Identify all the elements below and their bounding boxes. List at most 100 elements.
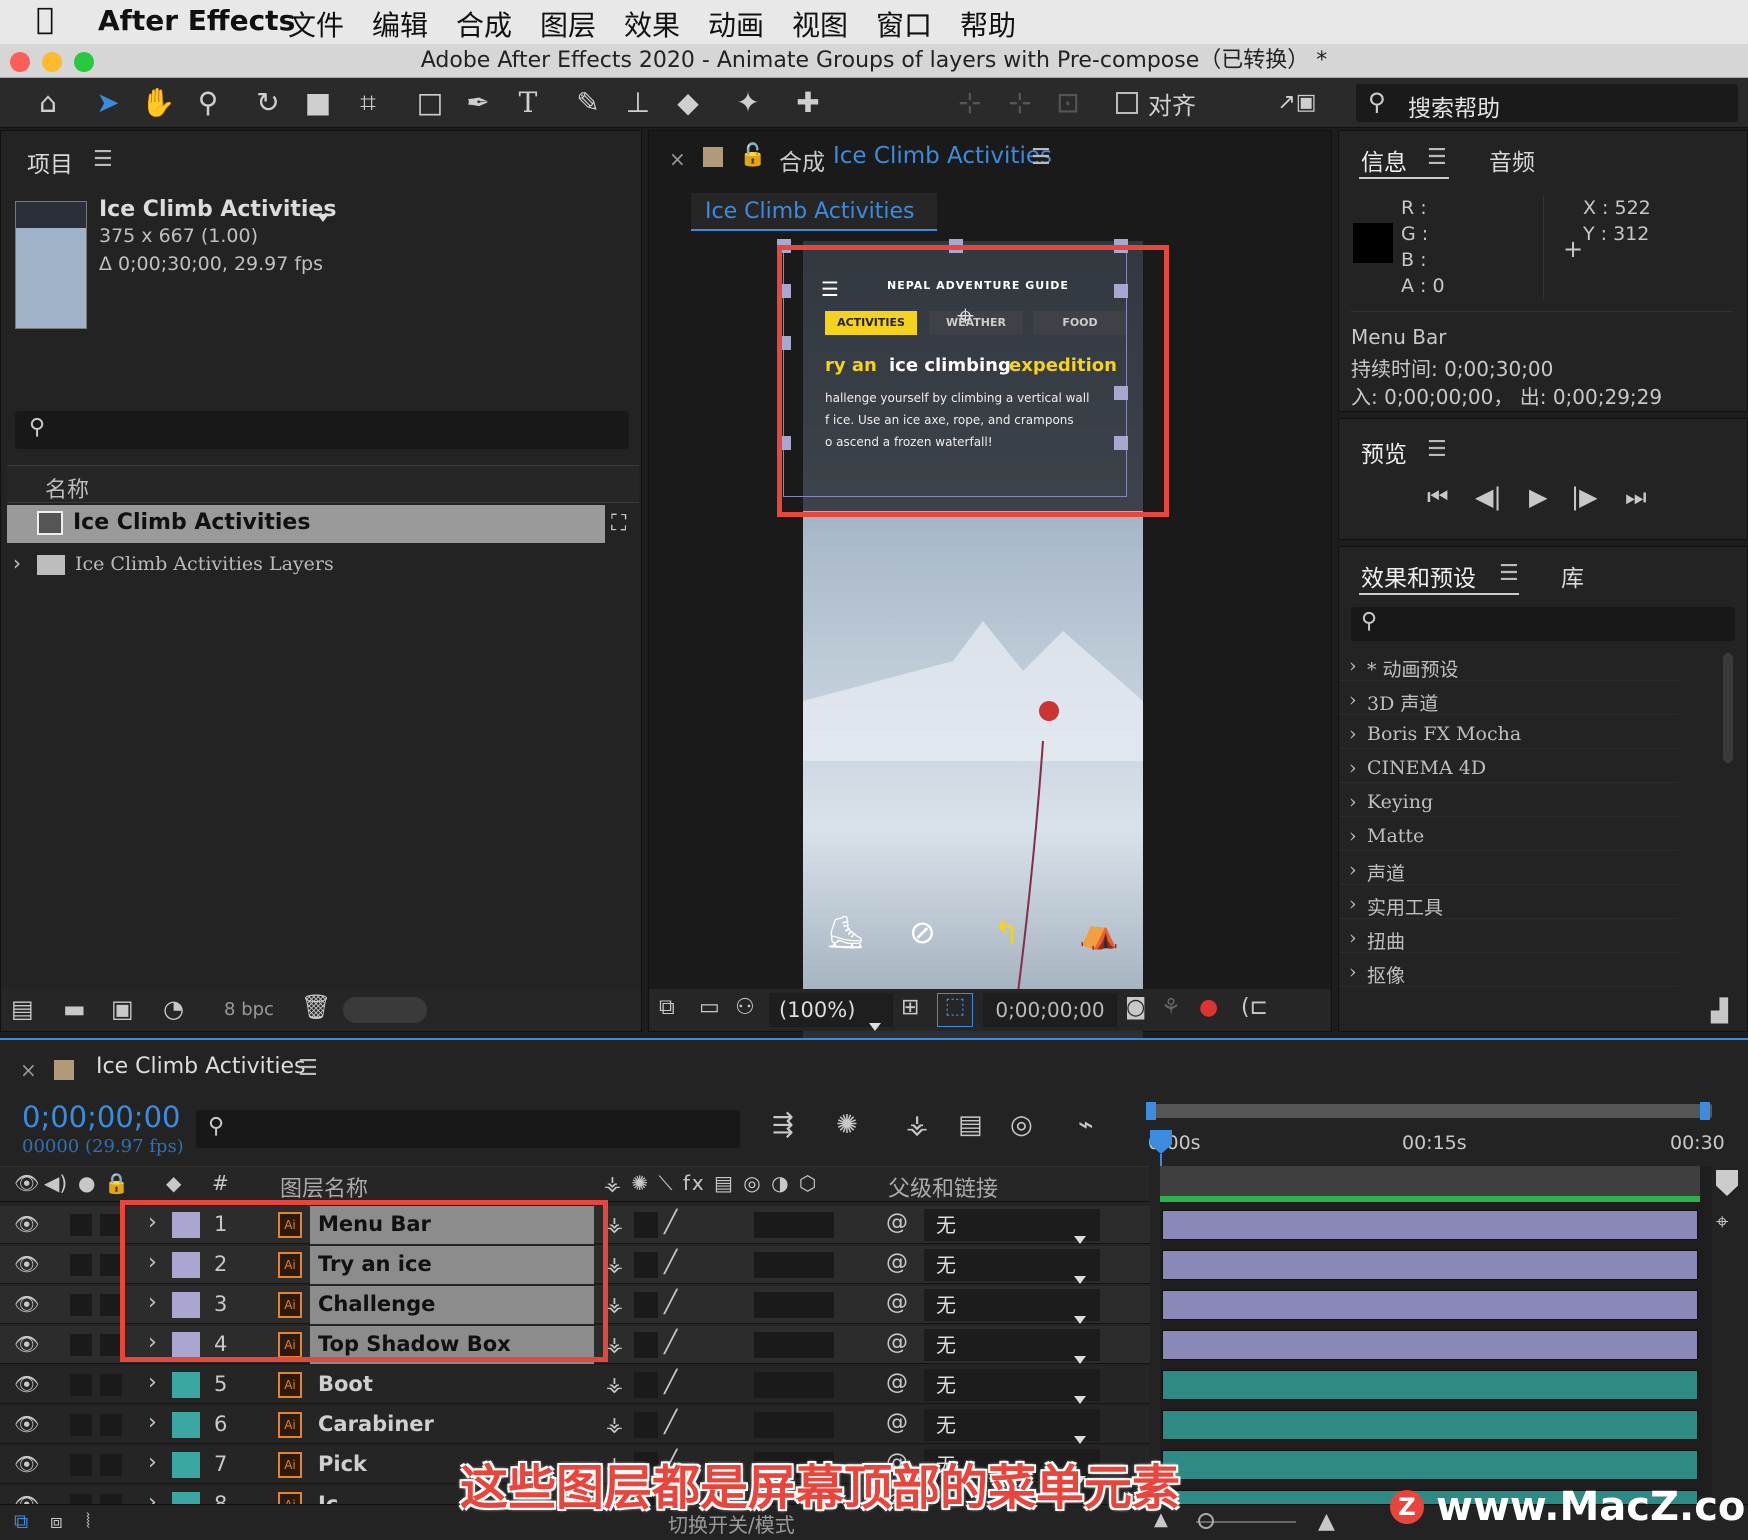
effect-category[interactable]: › 实用工具 [1339,889,1679,919]
layer-duration-bar[interactable] [1162,1410,1698,1440]
new-folder-icon[interactable]: ▬ [63,995,86,1023]
zoom-slider-thumb[interactable] [1198,1513,1214,1529]
collapse-switch[interactable] [634,1332,658,1358]
work-area-start-handle[interactable] [1146,1102,1156,1120]
solo-toggle[interactable] [70,1374,92,1396]
panel-menu-icon[interactable]: ☰ [1427,437,1447,462]
pen-tool-icon[interactable]: ✒ [458,84,498,122]
close-tab-icon[interactable]: × [669,147,686,171]
expand-stretch-icon[interactable]: ⦚ [86,1509,90,1533]
roto-brush-tool-icon[interactable]: ✦ [728,84,768,122]
menu-animation[interactable]: 动画 [708,4,764,44]
project-item-comp[interactable]: Ice Climb Activities [7,505,605,543]
expand-layer-switches-icon[interactable]: ⧉ [14,1509,28,1533]
axis-view-icon[interactable]: ⊡ [1048,84,1088,122]
rectangle-tool-icon[interactable]: □ [410,84,450,122]
quality-switch-icon[interactable]: ╱ [664,1330,677,1355]
graph-editor-icon[interactable]: ⌁ [1078,1110,1094,1140]
timeline-search-input[interactable]: ⚲ [196,1110,740,1148]
switches-column-icons[interactable]: ⚶ ✺ ⟍ fx ▤ ◎ ◑ ⬡ [604,1171,818,1195]
trash-icon[interactable]: 🗑 [301,993,331,1021]
app-menu[interactable]: After Effects [98,4,295,37]
solo-toggle[interactable] [70,1254,92,1276]
close-window-button[interactable] [10,52,30,72]
transparency-grid-icon[interactable]: ⬚ [937,993,973,1027]
last-frame-icon[interactable]: ⏭ [1625,483,1647,511]
layer-name-cell[interactable]: Boot [310,1366,594,1404]
bpc-button[interactable]: 8 bpc [213,995,285,1025]
project-item-folder[interactable]: › Ice Climb Activities Layers [7,545,605,583]
parent-select[interactable]: 无 [924,1409,1100,1444]
next-frame-icon[interactable]: |▶ [1571,483,1598,511]
play-icon[interactable]: ▶ [1529,483,1547,511]
lock-toggle[interactable] [100,1414,122,1436]
collapse-switch[interactable] [634,1412,658,1438]
layer-label-swatch[interactable] [172,1372,200,1398]
solo-toggle[interactable] [70,1294,92,1316]
zoom-tool-icon[interactable]: ⚲ [188,84,228,122]
zoom-in-icon[interactable]: ▲ [1318,1509,1335,1534]
shy-switch-icon[interactable]: ⚶ [606,1412,623,1436]
help-search-box[interactable]: ⚲ 搜索帮助 [1356,84,1738,122]
axis-local-icon[interactable]: ⊹ [950,84,990,122]
layer-row[interactable]: 👁 › 6 Ai Carabiner ⚶ ╱ @ 无 [0,1406,1150,1444]
column-name-label[interactable]: 名称 [45,472,89,504]
motion-blur-icon[interactable]: ◎ [1010,1110,1033,1140]
pick-whip-icon[interactable]: @ [886,1370,908,1395]
effect-category[interactable]: › * 动画预设 [1339,651,1679,681]
workspace-icon[interactable]: ↗▣ [1262,84,1332,122]
magnification-select[interactable]: (100%) [769,993,893,1031]
menu-edit[interactable]: 编辑 [372,4,428,44]
solo-column-icon[interactable]: ● [78,1171,95,1195]
menu-effect[interactable]: 效果 [624,4,680,44]
frame-blending-icon[interactable]: ▤ [958,1110,983,1140]
zoom-window-button[interactable] [74,52,94,72]
layer-duration-bar[interactable] [1162,1330,1698,1360]
lock-toggle[interactable] [100,1334,122,1356]
tab-info[interactable]: 信息 [1361,143,1407,177]
menu-view[interactable]: 视图 [792,4,848,44]
solo-toggle[interactable] [70,1454,92,1476]
pick-whip-icon[interactable]: @ [886,1250,908,1275]
panel-menu-icon[interactable]: ☰ [1499,561,1519,586]
composition-mini-flowchart-icon[interactable]: ⇶ [772,1110,794,1140]
solo-toggle[interactable] [70,1214,92,1236]
solo-toggle[interactable] [70,1334,92,1356]
expand-transfer-controls-icon[interactable]: ⧈ [50,1509,63,1533]
menu-composition[interactable]: 合成 [456,4,512,44]
effect-category[interactable]: › 抠像 [1339,957,1679,987]
visibility-column-icon[interactable]: 👁 [14,1171,39,1195]
layer-name-cell[interactable]: Carabiner [310,1406,594,1444]
composition-button-icon[interactable]: ⌖ [1716,1210,1728,1235]
layer-duration-bar[interactable] [1162,1210,1698,1240]
quality-switch-icon[interactable]: ╱ [664,1370,677,1395]
dropdown-arrow-icon[interactable] [317,207,329,226]
rotate-tool-icon[interactable]: ↻ [248,84,288,122]
pan-behind-tool-icon[interactable]: ⌗ [348,84,388,122]
lock-toggle[interactable] [100,1454,122,1476]
scrollbar-thumb[interactable] [1723,653,1733,763]
menu-help[interactable]: 帮助 [960,4,1016,44]
parent-select[interactable]: 无 [924,1209,1100,1244]
new-bin-icon[interactable]: ▟ [1711,999,1728,1024]
solo-toggle[interactable] [70,1414,92,1436]
label-color-swatch[interactable] [703,147,723,167]
parent-select[interactable]: 无 [924,1289,1100,1324]
clone-stamp-tool-icon[interactable]: ⊥ [618,84,658,122]
thumbnail-scrubber[interactable] [343,997,427,1023]
hand-tool-icon[interactable]: ✋ [138,84,178,122]
layer-switches-group[interactable] [754,1212,834,1238]
quality-switch-icon[interactable]: ╱ [664,1210,677,1235]
viewer-timecode[interactable]: 0;00;00;00 [983,993,1117,1027]
comp-subtab[interactable]: Ice Climb Activities [691,193,937,231]
first-frame-icon[interactable]: ⏮ [1427,483,1449,511]
tab-effects[interactable]: 效果和预设 [1361,559,1476,593]
chevron-right-icon[interactable]: › [148,1410,157,1435]
comp-marker-bin-icon[interactable] [1716,1170,1738,1196]
new-composition-icon[interactable]: ▣ [111,995,134,1023]
visibility-eye-icon[interactable]: 👁 [14,1452,39,1476]
work-area-bar[interactable] [1150,1104,1712,1118]
mask-view-icon[interactable]: ⚇ [735,995,755,1020]
camera-tool-icon[interactable]: ■ [298,84,338,122]
pick-whip-icon[interactable]: @ [886,1290,908,1315]
